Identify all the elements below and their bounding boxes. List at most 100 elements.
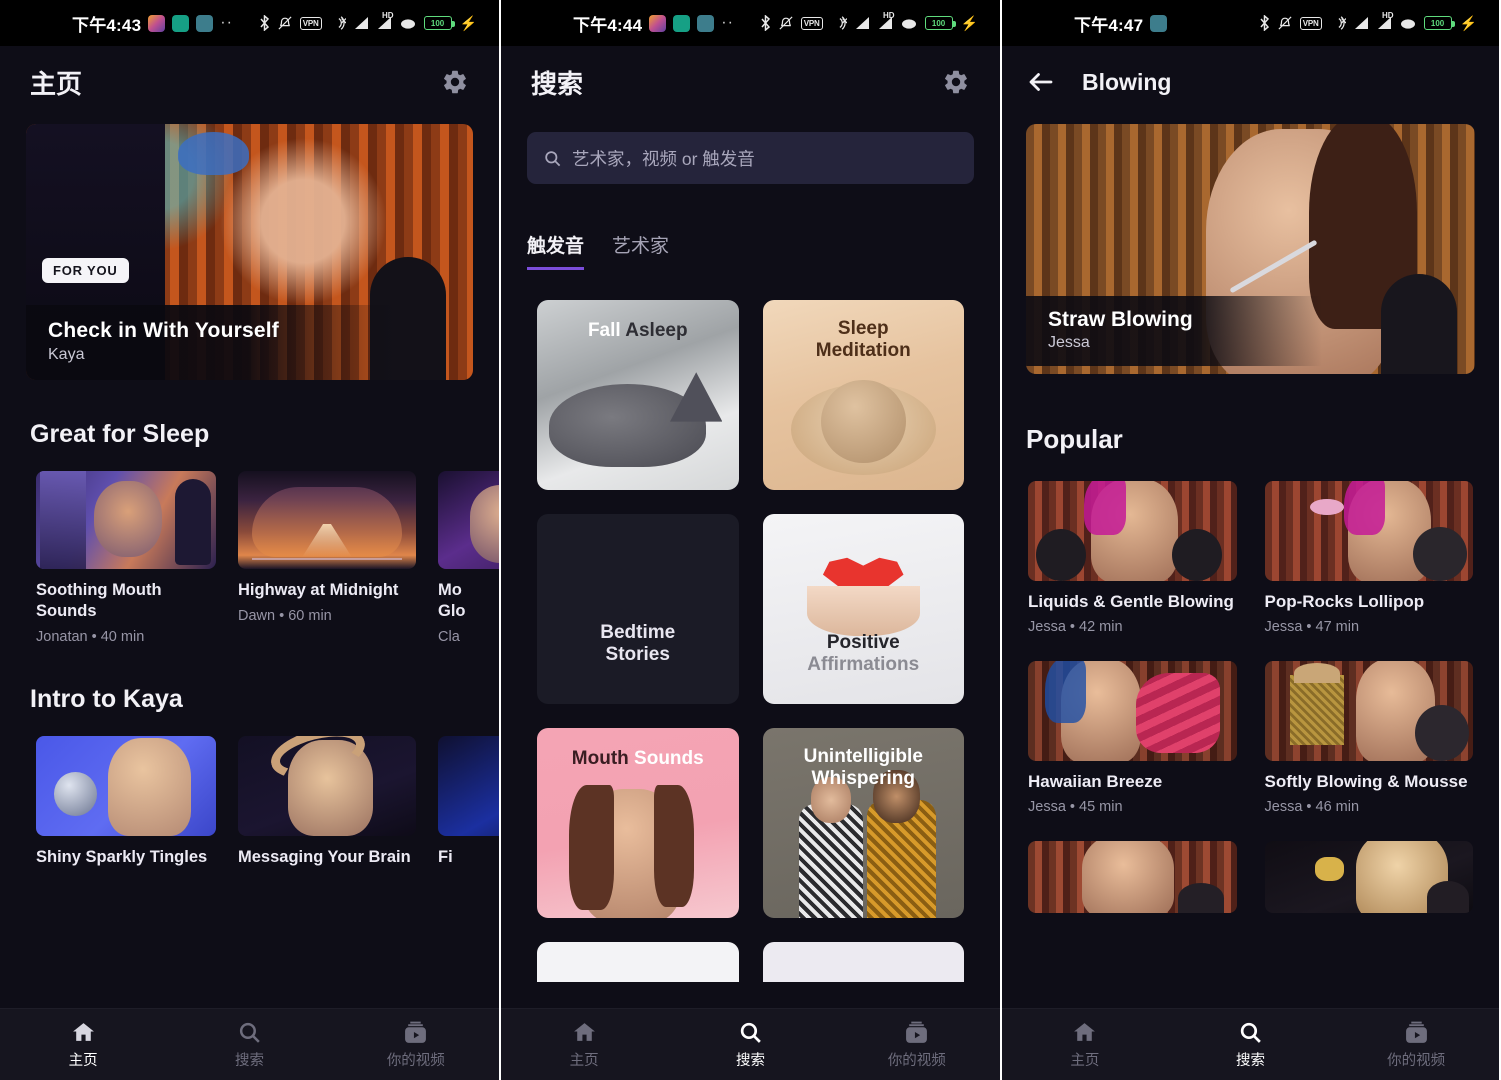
nav-item-home[interactable]: 主页 xyxy=(0,1009,166,1080)
bottom-nav: 主页 搜索 你的视频 xyxy=(501,1008,1000,1080)
search-input[interactable]: 艺术家，视频 or 触发音 xyxy=(527,132,974,184)
bottom-nav: 主页 搜索 你的视频 xyxy=(0,1008,499,1080)
popular-grid: Liquids & Gentle Blowing Jessa • 42 min … xyxy=(1002,481,1499,913)
carousel-great-for-sleep[interactable]: Soothing Mouth Sounds Jonatan • 40 min H… xyxy=(0,471,499,645)
mute-bell-icon xyxy=(1278,15,1292,31)
video-card-partial[interactable]: Mo Glo Cla xyxy=(438,471,499,645)
nav-label: 主页 xyxy=(569,1052,599,1069)
category-card-sleep-meditation[interactable]: Sleep Meditation xyxy=(762,300,964,490)
video-thumbnail xyxy=(438,736,499,837)
page-title: Blowing xyxy=(1082,68,1172,95)
video-thumbnail xyxy=(36,471,216,569)
nav-item-search[interactable]: 搜索 xyxy=(166,1009,332,1080)
search-tabs: 触发音 艺术家 xyxy=(527,231,1000,270)
video-card[interactable]: Hawaiian Breeze Jessa • 45 min xyxy=(1028,661,1237,815)
hero-text: Straw Blowing Jessa xyxy=(1026,296,1323,366)
back-arrow-icon[interactable] xyxy=(1026,67,1056,97)
video-meta: Cla xyxy=(438,629,460,646)
search-placeholder: 艺术家，视频 or 触发音 xyxy=(572,148,755,169)
nav-label: 主页 xyxy=(68,1052,98,1069)
signal-bars-2-hd-icon: HD xyxy=(878,11,895,30)
video-meta: Jessa • 46 min xyxy=(1264,799,1360,815)
video-card-partial[interactable] xyxy=(1264,841,1473,913)
vpn-icon: VPN xyxy=(299,16,322,30)
your-videos-icon xyxy=(906,1021,928,1043)
nav-item-home[interactable]: 主页 xyxy=(1002,1009,1168,1080)
card-label-line2: Affirmations xyxy=(807,654,920,676)
card-label-line2: Stories xyxy=(605,644,670,666)
category-card-fall-asleep[interactable]: Fall Asleep xyxy=(537,300,739,490)
video-meta: Dawn • 60 min xyxy=(238,608,332,625)
status-overflow-dots: ·· xyxy=(721,14,734,31)
carousel-intro-to-kaya[interactable]: Shiny Sparkly Tingles Messaging Your Bra… xyxy=(0,736,499,868)
app-header: 主页 xyxy=(0,46,499,118)
video-card-partial[interactable]: Fi xyxy=(438,736,499,868)
category-card-positive-affirmations[interactable]: Positive Affirmations xyxy=(762,514,964,704)
video-title: Messaging Your Brain xyxy=(238,848,411,867)
video-card[interactable]: Pop-Rocks Lollipop Jessa • 47 min xyxy=(1264,481,1473,635)
video-thumbnail xyxy=(238,736,416,837)
video-card[interactable]: Highway at Midnight Dawn • 60 min xyxy=(238,471,416,645)
video-meta: Jessa • 42 min xyxy=(1028,619,1123,635)
signal-bars-1-icon xyxy=(855,16,870,30)
video-title: Highway at Midnight xyxy=(238,581,399,599)
home-scroll-body[interactable]: FOR YOU Check in With Yourself Kaya Grea… xyxy=(0,118,499,1008)
hero-card[interactable]: Straw Blowing Jessa xyxy=(1026,124,1475,374)
tab-triggers[interactable]: 触发音 xyxy=(527,231,585,270)
tab-artists[interactable]: 艺术家 xyxy=(612,231,669,270)
search-icon xyxy=(239,1022,260,1043)
category-card-partial[interactable] xyxy=(762,942,964,982)
nav-item-your-videos[interactable]: 你的视频 xyxy=(333,1009,499,1080)
home-icon xyxy=(573,1022,595,1041)
card-label-line1: Bedtime xyxy=(600,622,676,643)
hero-title: Check in With Yourself xyxy=(48,319,279,342)
screen-blowing: 下午4:47 VPN HD 100 ⚡ Blowing Straw Blowin… xyxy=(1002,0,1499,1080)
category-card-bedtime-stories[interactable]: Bedtime Stories xyxy=(537,514,739,704)
video-thumbnail xyxy=(1264,661,1473,761)
nav-item-your-videos[interactable]: 你的视频 xyxy=(834,1009,1000,1080)
video-card[interactable]: Shiny Sparkly Tingles xyxy=(36,736,216,868)
nav-item-search[interactable]: 搜索 xyxy=(1168,1009,1334,1080)
status-overflow-dots: ·· xyxy=(220,14,233,31)
video-thumbnail xyxy=(1028,661,1237,761)
video-card[interactable]: Liquids & Gentle Blowing Jessa • 42 min xyxy=(1028,481,1237,635)
blowing-scroll-body[interactable]: Straw Blowing Jessa Popular Liquids & Ge… xyxy=(1002,118,1499,1008)
category-card-partial[interactable] xyxy=(537,942,739,982)
gear-icon[interactable] xyxy=(942,68,970,96)
home-icon xyxy=(1074,1022,1096,1041)
video-title: Softly Blowing & Mousse xyxy=(1264,772,1468,791)
category-grid: Fall Asleep Sleep Meditation Bedtime Sto… xyxy=(501,270,1000,982)
key-icon xyxy=(1150,14,1168,32)
bluetooth-icon xyxy=(259,15,270,31)
page-title: 搜索 xyxy=(531,68,584,99)
category-card-unintelligible-whispering[interactable]: Unintelligible Whispering xyxy=(762,728,964,918)
nav-item-search[interactable]: 搜索 xyxy=(667,1009,833,1080)
screenshot-triptych: 下午4:43 ·· VPN HD 100 ⚡ 主页 FOR YOU Check … xyxy=(0,0,1501,1080)
video-card[interactable]: Messaging Your Brain xyxy=(238,736,416,868)
for-you-badge: FOR YOU xyxy=(42,258,129,283)
search-scroll-body[interactable]: 艺术家，视频 or 触发音 触发音 艺术家 Fall Asleep Sleep … xyxy=(501,118,1000,1008)
mute-bell-icon xyxy=(278,15,292,31)
cloud-icon xyxy=(400,17,416,30)
status-bar: 下午4:47 VPN HD 100 ⚡ xyxy=(1002,0,1499,46)
hero-title: Straw Blowing xyxy=(1048,308,1193,331)
video-card[interactable]: Soothing Mouth Sounds Jonatan • 40 min xyxy=(36,471,216,645)
video-card-partial[interactable] xyxy=(1028,841,1237,913)
card-label-line1: Sleep xyxy=(837,318,889,339)
nav-label: 你的视频 xyxy=(386,1052,445,1069)
key-icon xyxy=(697,14,715,32)
video-thumbnail xyxy=(238,471,416,569)
shield-icon xyxy=(172,14,190,32)
video-card[interactable]: Softly Blowing & Mousse Jessa • 46 min xyxy=(1264,661,1473,815)
nav-item-your-videos[interactable]: 你的视频 xyxy=(1333,1009,1499,1080)
status-time: 下午4:44 xyxy=(573,15,643,35)
category-card-mouth-sounds[interactable]: Mouth Sounds xyxy=(537,728,739,918)
photos-icon xyxy=(649,14,667,32)
nav-item-home[interactable]: 主页 xyxy=(501,1009,667,1080)
hero-card[interactable]: FOR YOU Check in With Yourself Kaya xyxy=(26,124,473,380)
video-meta: Jessa • 45 min xyxy=(1028,799,1123,815)
cloud-icon xyxy=(901,17,917,30)
gear-icon[interactable] xyxy=(441,68,469,96)
signal-bars-2-hd-icon: HD xyxy=(1377,11,1394,30)
card-label-line2: Meditation xyxy=(815,340,911,362)
